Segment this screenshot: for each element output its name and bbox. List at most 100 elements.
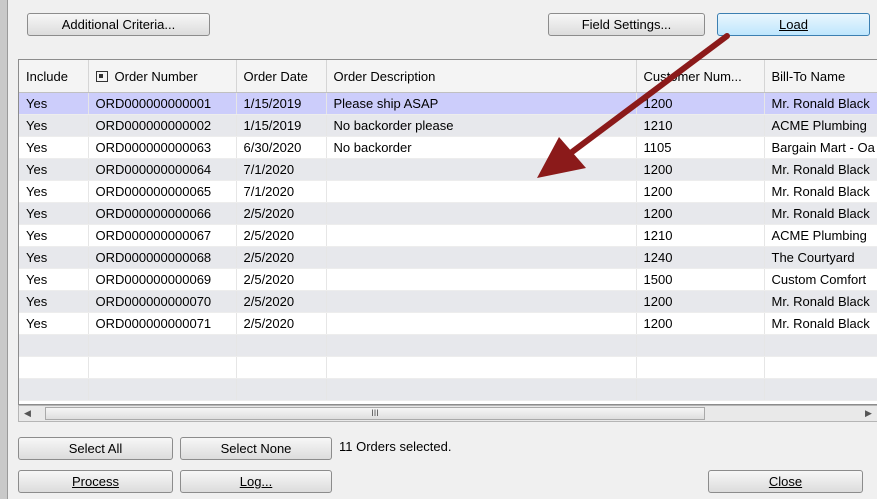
cell-order-number: ORD000000000071 — [88, 312, 237, 335]
table-row[interactable]: Yes ORD000000000001 1/15/2019 Please shi… — [19, 92, 877, 115]
table-row[interactable]: Yes ORD000000000069 2/5/2020 1500 Custom… — [19, 268, 877, 291]
horizontal-scrollbar[interactable]: ◀ III ▶ — [18, 405, 877, 422]
cell-customer-number: 1200 — [636, 202, 765, 225]
table-row[interactable]: Yes ORD000000000066 2/5/2020 1200 Mr. Ro… — [19, 202, 877, 225]
cell-order-description — [326, 312, 637, 335]
scroll-grip-icon: III — [371, 408, 379, 418]
cell-customer-number: 1105 — [636, 136, 765, 159]
additional-criteria-button[interactable]: Additional Criteria... — [27, 13, 210, 36]
cell-order-number: ORD000000000066 — [88, 202, 237, 225]
column-header-order-description[interactable]: Order Description — [326, 60, 637, 93]
table-row[interactable]: Yes ORD000000000071 2/5/2020 1200 Mr. Ro… — [19, 312, 877, 335]
cell-customer-number: 1200 — [636, 312, 765, 335]
empty-row — [19, 378, 877, 401]
select-none-button[interactable]: Select None — [180, 437, 332, 460]
cell-bill-to-name: ACME Plumbing — [764, 224, 877, 247]
cell-bill-to-name: ACME Plumbing — [764, 114, 877, 137]
cell-customer-number: 1210 — [636, 224, 765, 247]
cell-order-date: 6/30/2020 — [236, 136, 327, 159]
scroll-thumb[interactable]: III — [45, 407, 705, 420]
cell-order-date: 2/5/2020 — [236, 290, 327, 313]
field-settings-button[interactable]: Field Settings... — [548, 13, 705, 36]
empty-row — [19, 356, 877, 379]
cell-order-date: 2/5/2020 — [236, 268, 327, 291]
grid-header-row: Include Order Number Order Date Order De… — [19, 60, 877, 93]
cell-order-number: ORD000000000063 — [88, 136, 237, 159]
cell-bill-to-name: The Courtyard — [764, 246, 877, 269]
cell-order-date: 2/5/2020 — [236, 224, 327, 247]
table-row[interactable]: Yes ORD000000000070 2/5/2020 1200 Mr. Ro… — [19, 290, 877, 313]
table-row[interactable]: Yes ORD000000000063 6/30/2020 No backord… — [19, 136, 877, 159]
column-header-order-number-label: Order Number — [114, 68, 198, 84]
cell-include[interactable]: Yes — [19, 114, 89, 137]
cell-include[interactable]: Yes — [19, 180, 89, 203]
table-row[interactable]: Yes ORD000000000002 1/15/2019 No backord… — [19, 114, 877, 137]
orders-grid[interactable]: Include Order Number Order Date Order De… — [18, 59, 877, 405]
cell-order-description: Please ship ASAP — [326, 92, 637, 115]
cell-include[interactable]: Yes — [19, 92, 89, 115]
cell-bill-to-name: Mr. Ronald Black — [764, 202, 877, 225]
cell-order-date: 2/5/2020 — [236, 202, 327, 225]
cell-order-number: ORD000000000002 — [88, 114, 237, 137]
empty-row — [19, 334, 877, 357]
column-header-bill-to-name[interactable]: Bill-To Name — [764, 60, 877, 93]
cell-bill-to-name: Mr. Ronald Black — [764, 290, 877, 313]
cell-include[interactable]: Yes — [19, 224, 89, 247]
cell-bill-to-name: Mr. Ronald Black — [764, 92, 877, 115]
cell-bill-to-name: Mr. Ronald Black — [764, 312, 877, 335]
load-button-label: Load — [779, 17, 808, 32]
cell-customer-number: 1200 — [636, 158, 765, 181]
table-row[interactable]: Yes ORD000000000067 2/5/2020 1210 ACME P… — [19, 224, 877, 247]
close-button[interactable]: Close — [708, 470, 863, 493]
cell-order-description — [326, 180, 637, 203]
cell-order-number: ORD000000000070 — [88, 290, 237, 313]
cell-order-description — [326, 158, 637, 181]
table-row[interactable]: Yes ORD000000000065 7/1/2020 1200 Mr. Ro… — [19, 180, 877, 203]
cell-order-number: ORD000000000064 — [88, 158, 237, 181]
cell-bill-to-name: Mr. Ronald Black — [764, 158, 877, 181]
column-header-include[interactable]: Include — [19, 60, 89, 93]
cell-customer-number: 1500 — [636, 268, 765, 291]
window-left-border — [0, 0, 8, 499]
log-button[interactable]: Log... — [180, 470, 332, 493]
cell-order-description — [326, 290, 637, 313]
scroll-left-arrow-icon[interactable]: ◀ — [19, 406, 36, 421]
load-button[interactable]: Load — [717, 13, 870, 36]
cell-order-number: ORD000000000067 — [88, 224, 237, 247]
cell-order-date: 1/15/2019 — [236, 114, 327, 137]
cell-order-date: 7/1/2020 — [236, 180, 327, 203]
close-button-label: Close — [768, 474, 803, 489]
cell-order-description: No backorder please — [326, 114, 637, 137]
cell-order-number: ORD000000000068 — [88, 246, 237, 269]
cell-bill-to-name: Mr. Ronald Black — [764, 180, 877, 203]
cell-customer-number: 1240 — [636, 246, 765, 269]
select-all-button[interactable]: Select All — [18, 437, 173, 460]
process-button[interactable]: Process — [18, 470, 173, 493]
cell-include[interactable]: Yes — [19, 202, 89, 225]
cell-order-number: ORD000000000001 — [88, 92, 237, 115]
log-button-label: Log... — [239, 474, 273, 489]
cell-include[interactable]: Yes — [19, 136, 89, 159]
scroll-right-arrow-icon[interactable]: ▶ — [860, 406, 877, 421]
column-header-customer-number[interactable]: Customer Num... — [636, 60, 765, 93]
cell-include[interactable]: Yes — [19, 246, 89, 269]
cell-order-description — [326, 224, 637, 247]
table-row[interactable]: Yes ORD000000000064 7/1/2020 1200 Mr. Ro… — [19, 158, 877, 181]
cell-include[interactable]: Yes — [19, 312, 89, 335]
cell-include[interactable]: Yes — [19, 290, 89, 313]
cell-customer-number: 1200 — [636, 290, 765, 313]
process-button-label: Process — [72, 474, 119, 489]
column-header-order-date[interactable]: Order Date — [236, 60, 327, 93]
cell-bill-to-name: Bargain Mart - Oa — [764, 136, 877, 159]
table-row[interactable]: Yes ORD000000000068 2/5/2020 1240 The Co… — [19, 246, 877, 269]
cell-order-date: 7/1/2020 — [236, 158, 327, 181]
cell-customer-number: 1200 — [636, 92, 765, 115]
column-chooser-icon[interactable] — [95, 70, 108, 82]
cell-include[interactable]: Yes — [19, 158, 89, 181]
cell-order-number: ORD000000000065 — [88, 180, 237, 203]
cell-include[interactable]: Yes — [19, 268, 89, 291]
column-header-order-number[interactable]: Order Number — [88, 60, 237, 93]
cell-order-date: 2/5/2020 — [236, 246, 327, 269]
selection-status: 11 Orders selected. — [339, 439, 452, 454]
cell-order-date: 2/5/2020 — [236, 312, 327, 335]
